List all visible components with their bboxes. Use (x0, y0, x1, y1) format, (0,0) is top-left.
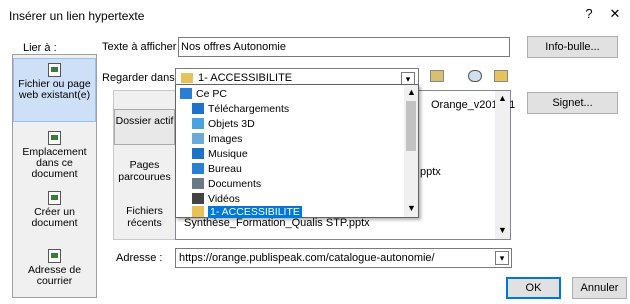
video-icon (192, 193, 204, 204)
chevron-down-icon[interactable]: ▾ (495, 251, 509, 265)
sidebar-item-existing-file[interactable]: Fichier ou page web existant(e) (13, 58, 96, 122)
pc-icon (180, 88, 192, 99)
email-icon (48, 249, 61, 263)
look-in-dropdown-list[interactable]: Ce PC Téléchargements Objets 3D Images M… (175, 84, 419, 218)
sidebar-item-label: Emplacement dans ce document (22, 146, 87, 180)
address-label: Adresse : (116, 252, 163, 264)
display-text-value: Nos offres Autonomie (181, 41, 286, 53)
sidebar-item-email-address[interactable]: Adresse de courrier (13, 245, 96, 295)
scroll-up-icon[interactable]: ▲ (407, 87, 416, 97)
browse-file-icon[interactable] (492, 68, 512, 86)
list-item[interactable]: pptx (420, 166, 441, 178)
download-icon (192, 103, 204, 114)
folder-icon (192, 206, 204, 217)
sidebar-item-label: Créer un document (31, 206, 78, 229)
dropdown-item[interactable]: Documents (192, 177, 261, 192)
music-icon (192, 148, 204, 159)
close-button[interactable]: ✕ (604, 6, 626, 24)
look-in-label: Regarder dans : (102, 72, 181, 84)
ok-button[interactable]: OK (506, 277, 561, 299)
cancel-button[interactable]: Annuler (572, 277, 627, 299)
link-to-sidebar: Fichier ou page web existant(e) Emplacem… (12, 54, 97, 298)
dropdown-item-selected[interactable]: 1- ACCESSIBILITE (192, 205, 302, 220)
sidebar-item-create-document[interactable]: Créer un document (13, 187, 96, 237)
sidebar-item-label: Adresse de courrier (27, 264, 82, 287)
scroll-down-icon[interactable]: ▼ (498, 225, 507, 235)
dropdown-item[interactable]: Images (192, 132, 242, 147)
dropdown-item[interactable]: Objets 3D (192, 117, 255, 132)
new-document-icon (48, 191, 61, 205)
dropdown-item[interactable]: Ce PC (180, 87, 227, 102)
dropdown-item[interactable]: Téléchargements (192, 102, 289, 117)
screentip-button[interactable]: Info-bulle... (527, 36, 618, 58)
tab-current-folder[interactable]: Dossier actif (114, 109, 175, 145)
place-in-document-icon (48, 131, 61, 145)
address-value: https://orange.publispeak.com/catalogue-… (179, 252, 435, 264)
scroll-up-icon[interactable]: ▲ (498, 93, 507, 103)
address-field[interactable]: https://orange.publispeak.com/catalogue-… (175, 248, 512, 268)
help-button[interactable]: ? (578, 6, 600, 24)
display-text-field[interactable]: Nos offres Autonomie (178, 37, 510, 57)
dropdown-scrollbar[interactable]: ▲ ▼ (404, 85, 418, 217)
scroll-down-icon[interactable]: ▼ (407, 203, 416, 213)
documents-icon (192, 178, 204, 189)
bookmark-button[interactable]: Signet... (527, 92, 618, 114)
scroll-thumb[interactable] (406, 101, 416, 151)
tab-browsed-pages[interactable]: Pages parcourues (114, 155, 175, 191)
existing-file-icon (48, 63, 61, 77)
cube-icon (192, 118, 204, 129)
browse-tabs: Dossier actif Pages parcourues Fichiers … (113, 90, 176, 240)
sidebar-item-place-in-document[interactable]: Emplacement dans ce document (13, 127, 96, 180)
folder-icon (181, 73, 193, 83)
file-list-scrollbar[interactable]: ▲ ▼ (495, 91, 510, 239)
up-folder-icon[interactable] (428, 68, 448, 86)
sidebar-item-label: Fichier ou page web existant(e) (18, 78, 91, 101)
display-text-label: Texte à afficher : (102, 41, 183, 53)
tab-recent-files[interactable]: Fichiers récents (114, 201, 175, 237)
link-to-label: Lier à : (23, 42, 57, 54)
dropdown-item[interactable]: Bureau (192, 162, 242, 177)
desktop-icon (192, 163, 204, 174)
look-in-value: 1- ACCESSIBILITE (198, 72, 293, 84)
browse-web-icon[interactable] (466, 68, 486, 86)
dialog-title: Insérer un lien hypertexte (9, 9, 145, 23)
image-icon (192, 133, 204, 144)
dropdown-item[interactable]: Musique (192, 147, 248, 162)
